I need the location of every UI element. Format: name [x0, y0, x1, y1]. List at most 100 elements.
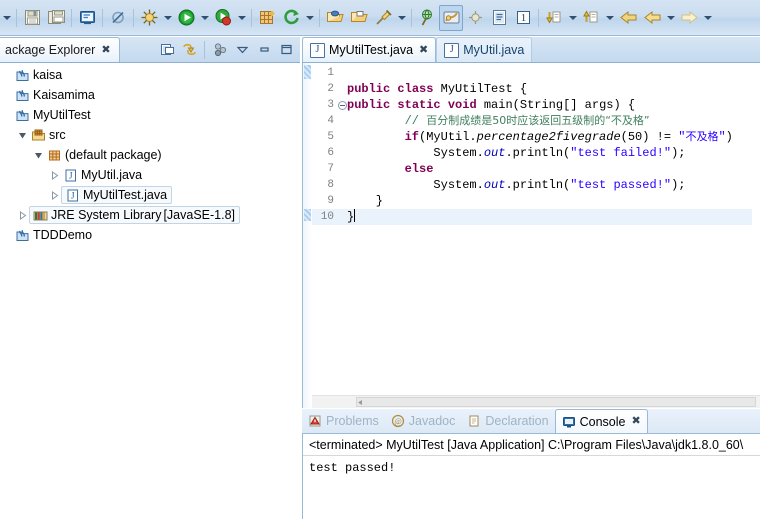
tree-item-content[interactable]: kaisa [13, 65, 62, 85]
code-line[interactable]: 7 else [312, 161, 752, 177]
tree-item[interactable]: J MyUtil.java [0, 165, 300, 185]
tree-item-content[interactable]: (default package) [45, 145, 162, 165]
svg-text:J: J [70, 190, 74, 200]
forward-dropdown-arrow[interactable] [701, 5, 714, 31]
toolbar-overflow-arrow[interactable] [0, 5, 13, 31]
coverage-dropdown-arrow[interactable] [235, 5, 248, 31]
tree-item-content[interactable]: TDDDemo [13, 225, 92, 245]
scrollbar-thumb[interactable] [356, 397, 756, 407]
save-all-button[interactable] [44, 5, 68, 31]
search-button[interactable] [415, 5, 439, 31]
close-icon[interactable]: ✖ [419, 44, 428, 56]
forward-button[interactable] [677, 5, 701, 31]
tree-item[interactable]: J MyUtilTest.java [0, 185, 300, 205]
tree-item[interactable]: MyUtilTest [0, 105, 300, 125]
run-button[interactable] [174, 5, 198, 31]
open-task-list-button[interactable] [487, 5, 511, 31]
tree-item[interactable]: TDDDemo [0, 225, 300, 245]
pin-dropdown-arrow[interactable] [395, 5, 408, 31]
debug-dropdown-arrow[interactable] [161, 5, 174, 31]
line-number: 7 [327, 163, 334, 175]
next-annotation-button[interactable] [542, 5, 566, 31]
project-tree[interactable]: kaisa Kaisamima MyUtilTest src (default pack… [0, 63, 300, 519]
coverage-button[interactable] [211, 5, 235, 31]
external-tools-dropdown-arrow[interactable] [303, 5, 316, 31]
source-folder-icon [29, 125, 47, 145]
new-button[interactable] [255, 5, 279, 31]
tree-item-label: MyUtil.java [81, 168, 143, 182]
editor-tab-inactive[interactable]: J MyUtil.java [436, 37, 533, 62]
debug-perspective-button[interactable] [463, 5, 487, 31]
previous-annotation-button[interactable] [579, 5, 603, 31]
expand-arrow-right-icon[interactable] [48, 185, 61, 205]
toggle-markers-button[interactable]: 1 [511, 5, 535, 31]
tree-item[interactable]: kaisa [0, 65, 300, 85]
save-button[interactable] [20, 5, 44, 31]
java-perspective-button[interactable] [439, 4, 463, 31]
tree-item[interactable]: (default package) [0, 145, 300, 165]
expand-arrow-down-icon[interactable] [16, 125, 29, 145]
tree-item-content[interactable]: MyUtilTest [13, 105, 91, 125]
code-line[interactable]: 6 System.out.println("test failed!"); [312, 145, 752, 161]
fold-collapse-icon[interactable] [337, 100, 347, 110]
collapse-all-button[interactable] [179, 40, 199, 60]
tree-item-content[interactable]: J MyUtil.java [61, 165, 142, 185]
tab-package-explorer[interactable]: ackage Explorer ✖ [0, 37, 120, 62]
tree-item-selected[interactable]: JRE System Library [JavaSE-1.8] [29, 206, 241, 224]
link-editor-icon [160, 44, 174, 55]
bottom-tab-problems[interactable]: Problems [302, 409, 385, 433]
code-line[interactable]: 8 System.out.println("test passed!"); [312, 177, 752, 193]
close-icon[interactable]: ✖ [631, 416, 640, 427]
console-view[interactable]: <terminated> MyUtilTest [Java Applicatio… [302, 434, 760, 519]
editor-tab-active[interactable]: J MyUtilTest.java ✖ [302, 37, 437, 62]
expand-arrow-right-icon[interactable] [16, 205, 29, 225]
skip-breakpoints-button[interactable] [106, 5, 130, 31]
back-button[interactable] [616, 5, 640, 31]
debug-button[interactable] [137, 5, 161, 31]
expand-arrow-right-icon[interactable] [48, 165, 61, 185]
code-text[interactable]: 1 2 public class MyUtilTest {3 public stati… [312, 65, 752, 396]
code-line-text: System.out.println("test passed!"); [347, 178, 686, 192]
maximize-button[interactable] [276, 40, 296, 60]
pin-icon [375, 9, 392, 25]
scroll-left-arrow[interactable] [356, 398, 365, 407]
run-dropdown-arrow[interactable] [198, 5, 211, 31]
tree-item[interactable]: src [0, 125, 300, 145]
code-line[interactable]: 9 } [312, 193, 752, 209]
previous-annotation-dropdown-arrow[interactable] [603, 5, 616, 31]
next-annotation-dropdown-arrow[interactable] [566, 5, 579, 31]
code-line[interactable]: 5 if(MyUtil.percentage2fivegrade(50) != … [312, 129, 752, 145]
editor-horizontal-scrollbar[interactable] [312, 395, 760, 408]
view-menu-button[interactable] [232, 40, 252, 60]
code-editor[interactable]: 1 2 public class MyUtilTest {3 public stati… [302, 63, 760, 408]
back-history-button[interactable] [640, 5, 664, 31]
code-line[interactable]: 4 // 百分制成绩是50时应该返回五级制的“不及格” [312, 113, 752, 129]
bottom-tab-console[interactable]: Console ✖ [554, 409, 648, 433]
bottom-tab-label: Problems [326, 414, 379, 428]
bottom-tab-javadoc[interactable]: @ Javadoc [385, 409, 462, 433]
tree-item-content[interactable]: Kaisamima [13, 85, 95, 105]
code-line[interactable]: 3 public static void main(String[] args) … [312, 97, 752, 113]
new-java-class-button[interactable] [75, 5, 99, 31]
minimize-button[interactable] [254, 40, 274, 60]
editor-overview-ruler[interactable] [303, 63, 312, 408]
close-icon[interactable]: ✖ [101, 44, 110, 56]
console-icon [562, 415, 576, 429]
tree-item[interactable]: JRE System Library [JavaSE-1.8] [0, 205, 300, 225]
pin-button[interactable] [371, 5, 395, 31]
bottom-tab-declaration[interactable]: Declaration [461, 409, 554, 433]
open-type-button[interactable] [323, 5, 347, 31]
open-task-button[interactable] [347, 5, 371, 31]
tree-item-selected[interactable]: J MyUtilTest.java [61, 186, 173, 204]
link-with-editor-button[interactable] [157, 40, 177, 60]
code-line[interactable]: 2 public class MyUtilTest { [312, 81, 752, 97]
code-line[interactable]: 1 [312, 65, 752, 81]
code-line[interactable]: 10} [312, 209, 752, 225]
back-dropdown-arrow[interactable] [664, 5, 677, 31]
tree-item[interactable]: Kaisamima [0, 85, 300, 105]
focus-on-active-task-button[interactable] [210, 40, 230, 60]
tree-item-content[interactable]: src [29, 125, 66, 145]
line-number: 8 [327, 179, 334, 191]
expand-arrow-down-icon[interactable] [32, 145, 45, 165]
external-tools-button[interactable] [279, 5, 303, 31]
